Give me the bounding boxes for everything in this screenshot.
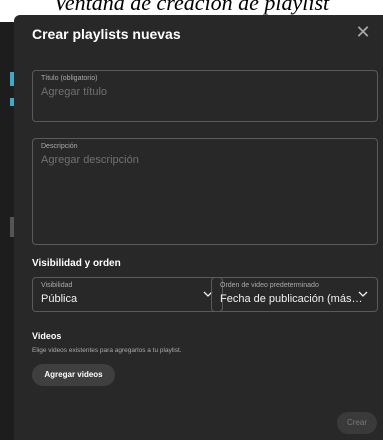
title-field-placeholder: Agregar título (41, 86, 108, 98)
chevron-down-icon (358, 291, 368, 297)
videos-section-description: Elige videos existentes para agregarlos … (32, 347, 182, 354)
visibility-select-label: Visibilidad (41, 282, 73, 289)
title-field-label: Título (obligatorio) (41, 75, 98, 82)
visibility-section-heading: Visibilidad y orden (32, 258, 121, 269)
description-field-placeholder: Agregar descripción (41, 154, 139, 166)
title-field[interactable]: Título (obligatorio) Agregar título (32, 70, 378, 122)
create-button[interactable]: Crear (337, 412, 377, 434)
close-icon[interactable]: ✕ (353, 22, 373, 42)
create-playlist-dialog: Crear playlists nuevas ✕ Título (obligat… (14, 15, 383, 440)
visibility-select-value: Pública (41, 293, 78, 305)
description-field[interactable]: Descripción Agregar descripción (32, 138, 378, 245)
default-order-select-label: Orden de video predeterminado (220, 282, 319, 289)
default-order-select-value: Fecha de publicación (más… (220, 293, 363, 305)
add-videos-button[interactable]: Agregar videos (32, 364, 115, 386)
dialog-title: Crear playlists nuevas (32, 26, 181, 42)
visibility-select[interactable]: Visibilidad Pública (32, 277, 223, 312)
description-field-label: Descripción (41, 143, 78, 150)
default-order-select[interactable]: Orden de video predeterminado Fecha de p… (211, 277, 378, 312)
dialog-header: Crear playlists nuevas ✕ (32, 22, 373, 50)
page-caption: Ventana de creación de playlist (53, 0, 330, 15)
videos-section-heading: Videos (32, 331, 62, 341)
